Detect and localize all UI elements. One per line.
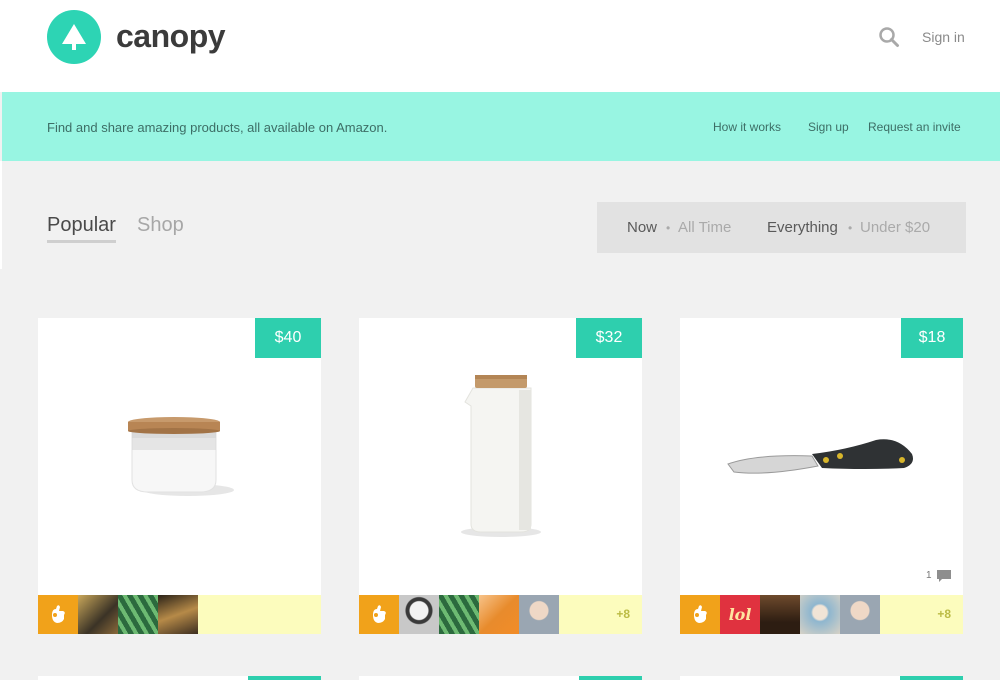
product-card[interactable]: $40 — [38, 318, 321, 634]
price-tag — [248, 676, 321, 680]
comment-count: 1 — [926, 570, 932, 581]
tab-shop[interactable]: Shop — [137, 214, 184, 237]
price-tag — [900, 676, 963, 680]
tab-popular[interactable]: Popular — [47, 214, 116, 237]
filter-separator: • — [666, 221, 671, 235]
card-footer: +8 — [359, 595, 642, 634]
ceramic-jar-image[interactable] — [126, 416, 236, 498]
top-header: canopy Sign in — [0, 0, 1000, 92]
card-footer: lol +8 — [680, 595, 963, 634]
request-invite-link[interactable]: Request an invite — [868, 120, 961, 134]
avatar[interactable] — [399, 595, 439, 634]
sign-in-link[interactable]: Sign in — [922, 29, 965, 45]
search-icon[interactable] — [878, 26, 900, 48]
avatar[interactable] — [439, 595, 479, 634]
price-tag: $32 — [576, 318, 642, 358]
filter-under-20[interactable]: Under $20 — [860, 219, 930, 236]
price-tag: $18 — [901, 318, 963, 358]
product-card[interactable]: $18 1 lol +8 — [680, 318, 963, 634]
comment-icon[interactable] — [936, 569, 952, 583]
banner-text: Find and share amazing products, all ava… — [47, 120, 388, 135]
product-card-partial[interactable] — [680, 676, 963, 680]
avatar[interactable] — [800, 595, 840, 634]
price-tag — [579, 676, 642, 680]
avatar[interactable] — [519, 595, 559, 634]
product-card-partial[interactable] — [359, 676, 642, 680]
avatar[interactable] — [760, 595, 800, 634]
hand-ok-icon[interactable] — [680, 595, 720, 634]
hand-ok-icon[interactable] — [38, 595, 78, 634]
tree-icon — [62, 24, 86, 50]
avatar[interactable] — [78, 595, 118, 634]
product-card[interactable]: $32 +8 — [359, 318, 642, 634]
filter-now[interactable]: Now — [627, 219, 657, 236]
more-count[interactable]: +8 — [937, 607, 951, 621]
avatar[interactable]: lol — [720, 595, 760, 634]
folding-knife-image[interactable] — [726, 434, 918, 484]
avatar[interactable] — [840, 595, 880, 634]
edge-strip — [0, 161, 2, 269]
ceramic-pitcher-image[interactable] — [457, 372, 547, 538]
product-card-partial[interactable] — [38, 676, 321, 680]
price-tag: $40 — [255, 318, 321, 358]
how-it-works-link[interactable]: How it works — [713, 120, 781, 134]
active-tab-underline — [47, 240, 116, 243]
avatar[interactable] — [479, 595, 519, 634]
filter-bar: Now • All Time Everything • Under $20 — [597, 202, 966, 253]
promo-banner: Find and share amazing products, all ava… — [2, 92, 1000, 161]
more-count[interactable]: +8 — [616, 607, 630, 621]
sign-up-link[interactable]: Sign up — [808, 120, 849, 134]
canopy-logo[interactable] — [47, 10, 101, 64]
filter-separator: • — [848, 221, 853, 235]
avatar[interactable] — [158, 595, 198, 634]
filter-all-time[interactable]: All Time — [678, 219, 731, 236]
hand-ok-icon[interactable] — [359, 595, 399, 634]
filter-everything[interactable]: Everything — [767, 219, 838, 236]
brand-name[interactable]: canopy — [116, 18, 226, 55]
card-footer — [38, 595, 321, 634]
avatar[interactable] — [118, 595, 158, 634]
